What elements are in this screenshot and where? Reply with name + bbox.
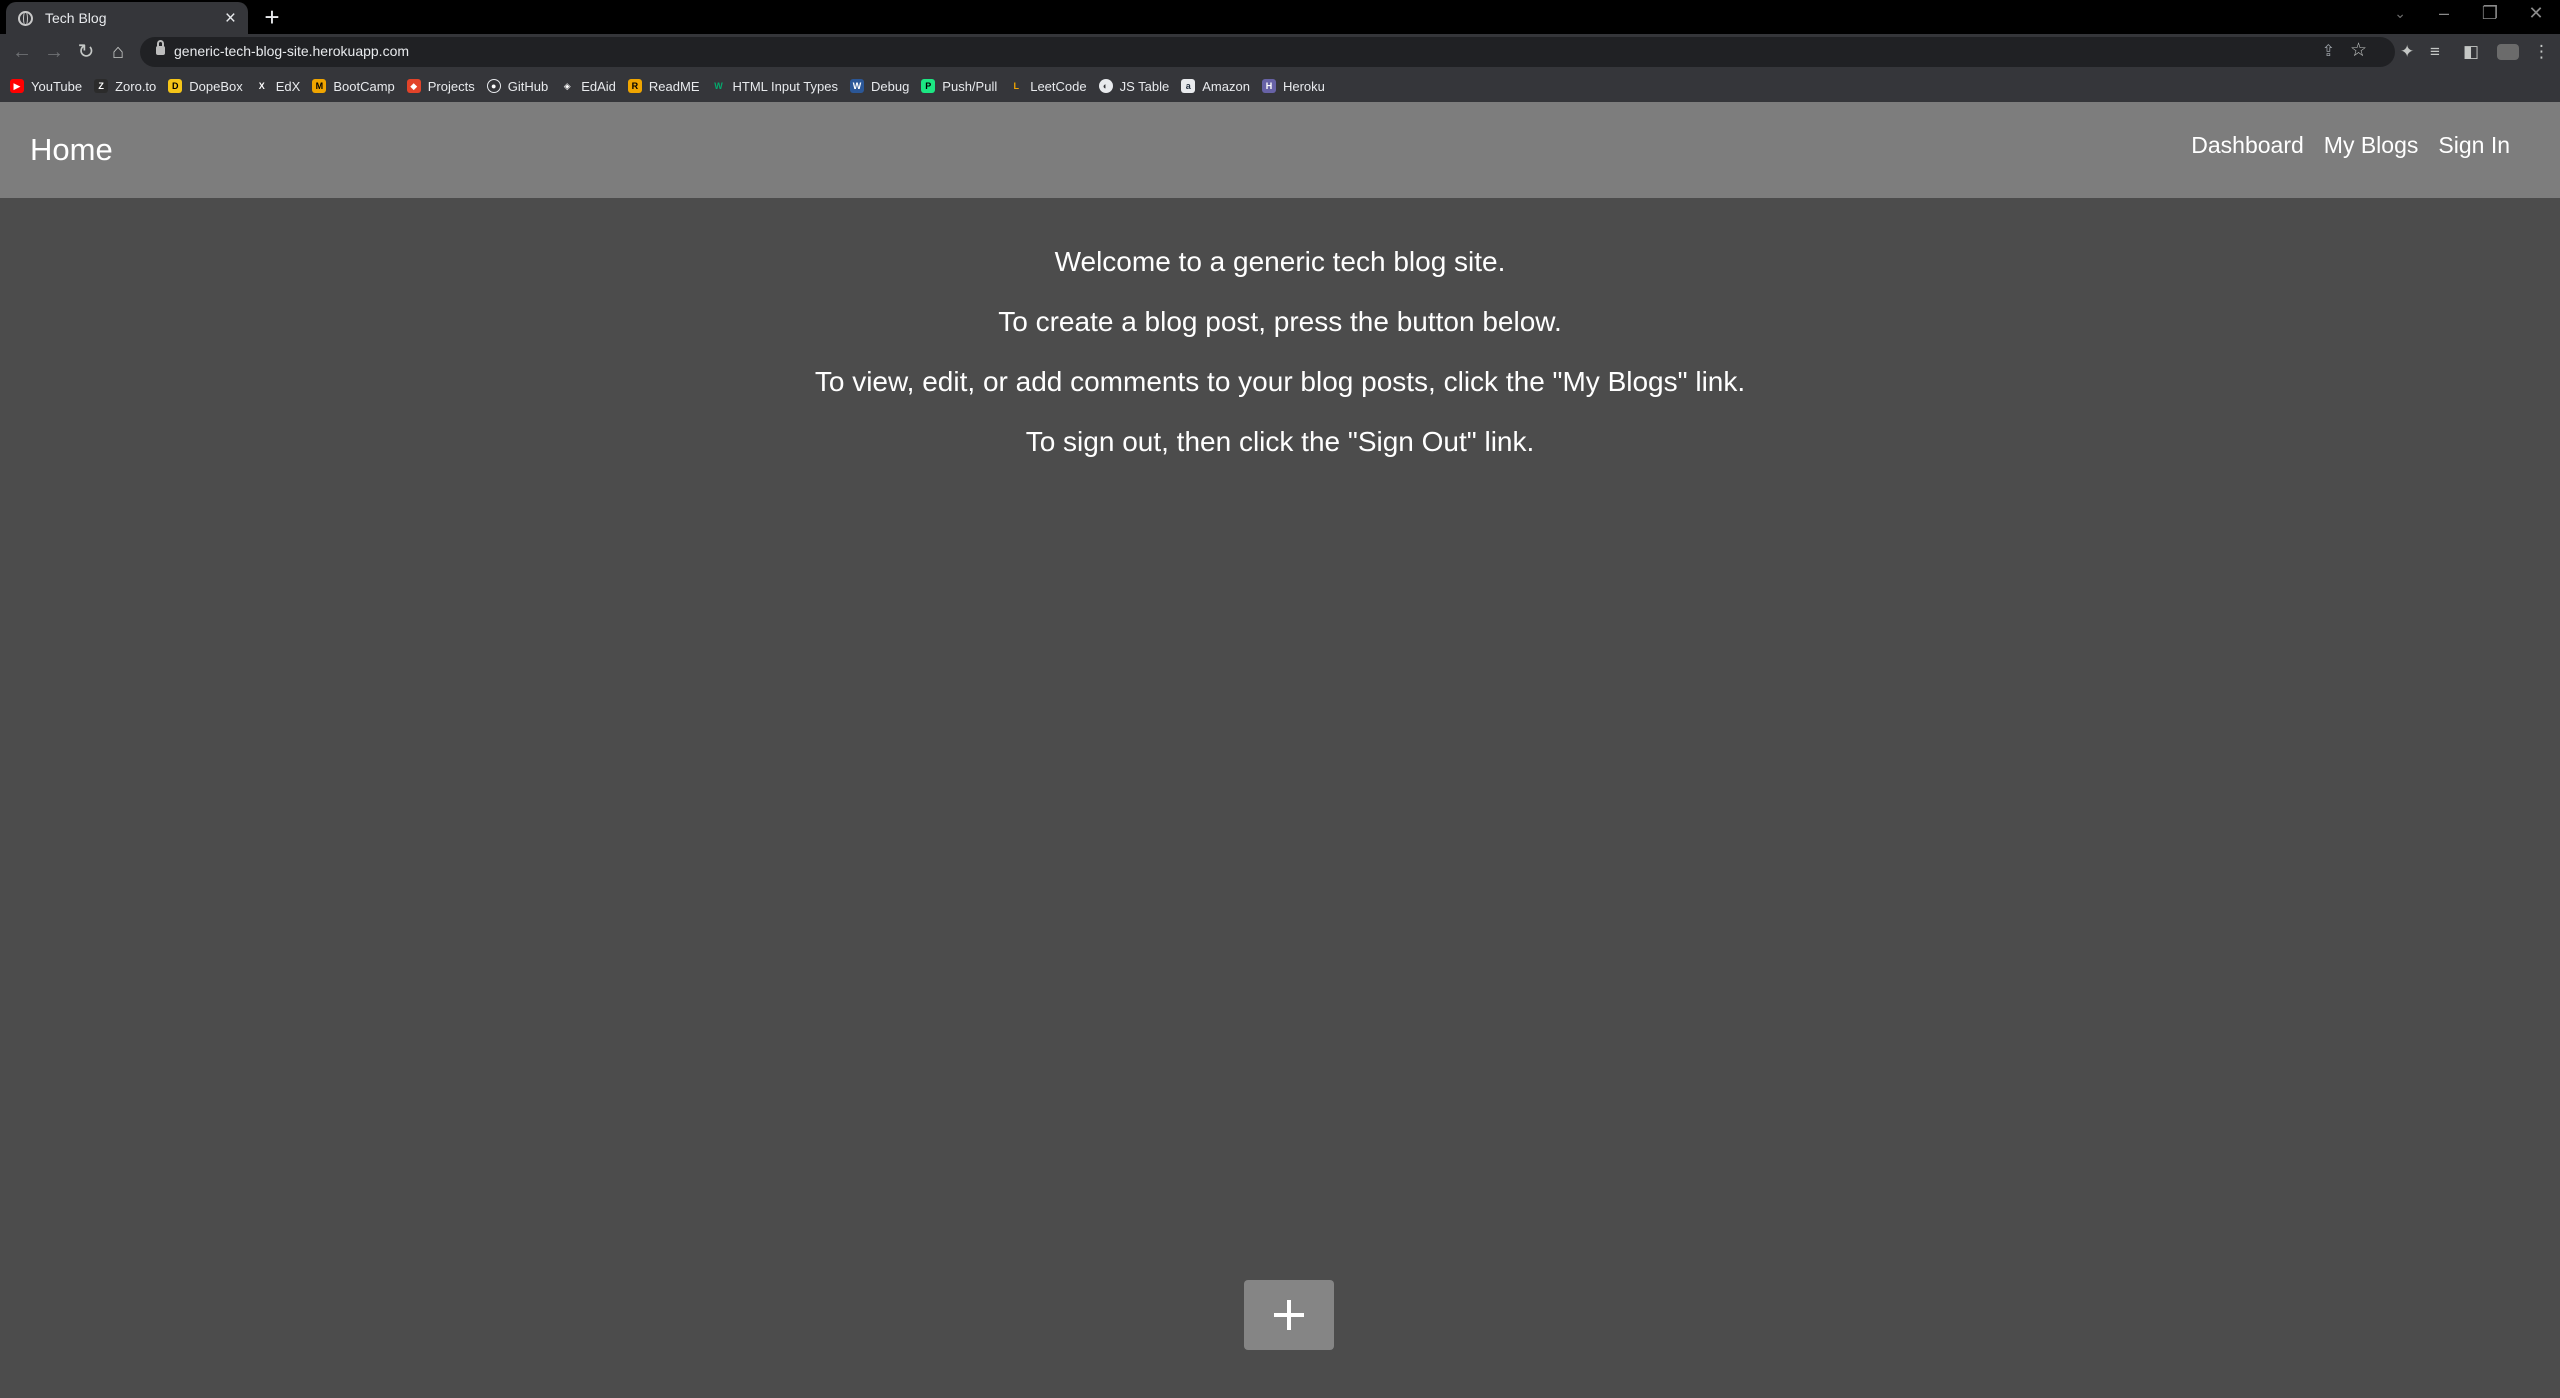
bootcamp-icon: M bbox=[312, 79, 327, 93]
js-table-icon: ◐ bbox=[1098, 79, 1113, 93]
bookmark-edaid[interactable]: ◈ EdAid bbox=[560, 79, 616, 94]
address-bar[interactable]: generic-tech-blog-site.herokuapp.com ⇪ ☆ bbox=[140, 37, 2395, 67]
share-icon[interactable]: ⇪ bbox=[2322, 41, 2335, 61]
browser-tab[interactable]: Tech Blog × bbox=[6, 2, 248, 34]
home-link[interactable]: Home bbox=[30, 132, 113, 168]
edaid-icon: ◈ bbox=[560, 79, 575, 93]
url-text[interactable]: generic-tech-blog-site.herokuapp.com bbox=[174, 43, 409, 59]
menu-icon[interactable]: ⋮ bbox=[2533, 38, 2550, 66]
home-icon[interactable]: ⌂ bbox=[104, 38, 132, 66]
welcome-line-3: To view, edit, or add comments to your b… bbox=[814, 366, 1746, 397]
forward-icon[interactable]: → bbox=[40, 38, 68, 66]
debug-icon: W bbox=[849, 79, 864, 93]
bookmark-zoro[interactable]: Z Zoro.to bbox=[94, 79, 156, 94]
reading-list-icon[interactable]: ≡ bbox=[2430, 38, 2440, 66]
sign-in-link[interactable]: Sign In bbox=[2438, 132, 2510, 159]
github-icon: ● bbox=[486, 79, 501, 93]
bookmark-js-table[interactable]: ◐ JS Table bbox=[1098, 79, 1169, 94]
bookmark-amazon[interactable]: a Amazon bbox=[1181, 79, 1250, 94]
restore-icon[interactable]: ❐ bbox=[2467, 3, 2513, 24]
profile-avatar[interactable] bbox=[2497, 44, 2519, 60]
window-close-icon[interactable]: ✕ bbox=[2513, 3, 2559, 24]
bookmark-star-icon[interactable]: ☆ bbox=[2350, 39, 2367, 62]
zoro-icon: Z bbox=[94, 79, 109, 93]
youtube-icon: ▶ bbox=[10, 79, 24, 93]
tab-search-icon[interactable]: ⌄ bbox=[2394, 5, 2406, 22]
welcome-line-1: Welcome to a generic tech blog site. bbox=[1054, 246, 1506, 277]
bookmark-push-pull[interactable]: P Push/Pull bbox=[921, 79, 997, 94]
w3schools-icon: W bbox=[711, 79, 726, 93]
bookmark-html-input-types[interactable]: W HTML Input Types bbox=[711, 79, 838, 94]
bookmarks-bar: ▶ YouTube Z Zoro.to D DopeBox X EdX M Bo… bbox=[0, 70, 2560, 102]
bookmark-youtube[interactable]: ▶ YouTube bbox=[10, 79, 82, 94]
heroku-icon: H bbox=[1261, 79, 1276, 93]
nav-links: Dashboard My Blogs Sign In bbox=[2191, 132, 2510, 159]
dashboard-link[interactable]: Dashboard bbox=[2191, 132, 2304, 159]
welcome-line-4: To sign out, then click the "Sign Out" l… bbox=[1025, 426, 1535, 457]
tab-title: Tech Blog bbox=[45, 10, 107, 26]
add-post-button[interactable] bbox=[1244, 1280, 1334, 1350]
bookmark-dopebox[interactable]: D DopeBox bbox=[168, 79, 243, 94]
dopebox-icon: D bbox=[168, 79, 183, 93]
bookmark-leetcode[interactable]: L LeetCode bbox=[1009, 79, 1087, 94]
bookmark-readme[interactable]: R ReadME bbox=[627, 79, 699, 94]
gitlab-icon: ◆ bbox=[406, 79, 421, 93]
reload-icon[interactable]: ↻ bbox=[72, 38, 100, 66]
globe-icon bbox=[18, 10, 33, 26]
close-tab-icon[interactable]: × bbox=[225, 9, 236, 28]
side-panel-icon[interactable]: ◧ bbox=[2463, 38, 2479, 66]
new-tab-button[interactable]: + bbox=[258, 3, 286, 31]
welcome-line-2: To create a blog post, press the button … bbox=[998, 306, 1562, 337]
bookmark-edx[interactable]: X EdX bbox=[254, 79, 300, 94]
bookmark-bootcamp[interactable]: M BootCamp bbox=[312, 79, 395, 94]
push-pull-icon: P bbox=[921, 79, 936, 93]
browser-toolbar: ← → ↻ ⌂ generic-tech-blog-site.herokuapp… bbox=[0, 34, 2560, 70]
my-blogs-link[interactable]: My Blogs bbox=[2324, 132, 2419, 159]
edx-icon: X bbox=[254, 79, 269, 93]
lock-icon[interactable] bbox=[156, 40, 165, 55]
amazon-icon: a bbox=[1181, 79, 1196, 93]
minimize-icon[interactable]: – bbox=[2421, 3, 2467, 24]
leetcode-icon: L bbox=[1009, 79, 1024, 93]
site-navbar: Home Dashboard My Blogs Sign In bbox=[0, 102, 2560, 198]
extensions-icon[interactable]: ✦ bbox=[2400, 38, 2414, 66]
bookmark-projects[interactable]: ◆ Projects bbox=[406, 79, 475, 94]
welcome-section: Welcome to a generic tech blog site. To … bbox=[0, 248, 2560, 488]
bookmark-github[interactable]: ● GitHub bbox=[486, 79, 548, 94]
tab-strip: Tech Blog × + ⌄ – ❐ ✕ bbox=[0, 0, 2560, 34]
bookmark-heroku[interactable]: H Heroku bbox=[1261, 79, 1325, 94]
readme-icon: R bbox=[627, 79, 642, 93]
bookmark-debug[interactable]: W Debug bbox=[849, 79, 909, 94]
back-icon[interactable]: ← bbox=[8, 38, 36, 66]
